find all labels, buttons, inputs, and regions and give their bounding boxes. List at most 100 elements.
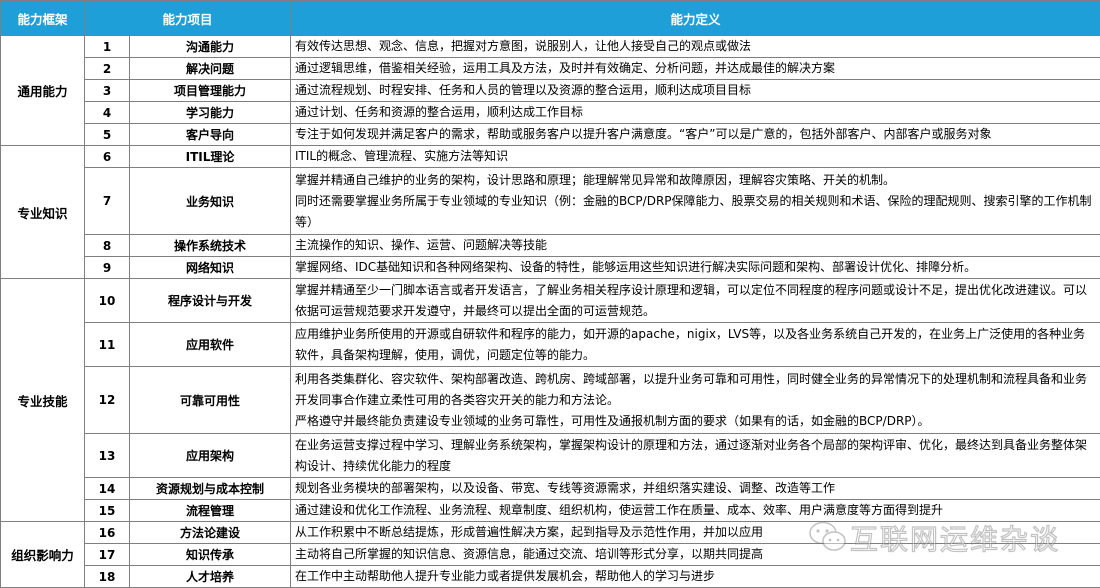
capability-definition: 通过计划、任务和资源的整合运用，顺利达成工作目标 bbox=[290, 101, 1100, 124]
row-number: 10 bbox=[84, 278, 130, 323]
capability-definition: 专注于如何发现并满足客户的需求，帮助或服务客户以提升客户满意度。“客户”可以是广… bbox=[290, 123, 1100, 146]
capability-item: 应用软件 bbox=[128, 322, 292, 367]
table-row: 2 解决问题 通过逻辑思维，借鉴相关经验，运用工具及方法，及时并有效确定、分析问题，… bbox=[1, 57, 1100, 80]
capability-item: 操作系统技术 bbox=[128, 234, 292, 257]
definition-paragraph: 掌握并精通自己维护的业务的架构，设计思路和原理；能理解常见异常和故障原因，理解容… bbox=[295, 172, 896, 187]
header-item: 能力项目 bbox=[83, 0, 292, 36]
table-row: 组织影响力 16 方法论建设 从工作积累中不断总结提炼，形成普遍性解决方案，起到指导及… bbox=[0, 521, 1100, 588]
capability-item: 方法论建设 bbox=[128, 521, 292, 544]
table-body: 通用能力 1 沟通能力 有效传达思想、观念、信息，把握对方意图，说服别人，让他人接受自… bbox=[0, 35, 1100, 588]
table-row: 专业知识 6 ITIL理论 ITIL的概念、管理流程、实施方法等知识 bbox=[0, 145, 1100, 279]
table-row: 专业技能 10 程序设计与开发 掌握并精通至少一门脚本语言或者开发语言，了解业务相关程… bbox=[0, 278, 1100, 522]
row-number: 4 bbox=[84, 101, 130, 124]
definition-paragraph: 掌握并精通至少一门脚本语言或者开发语言，了解业务相关程序设计原理和逻辑，可以定位… bbox=[295, 282, 1088, 318]
table-row: 17 知识传承 主动将自己所掌握的知识信息、资源信息，能通过交流、培训等形式分享，以… bbox=[1, 543, 1100, 566]
row-number: 15 bbox=[84, 499, 130, 522]
table-row: 8 操作系统技术 主流操作的知识、操作、运营、问题解决等技能 bbox=[1, 234, 1100, 257]
row-number: 16 bbox=[84, 521, 130, 544]
row-number: 14 bbox=[84, 477, 130, 500]
table-row: 9 网络知识 掌握网络、IDC基础知识和各种网络架构、设备的特性，能够运用这些知识进… bbox=[1, 256, 1100, 279]
group-label: 专业知识 bbox=[0, 145, 85, 279]
definition-paragraph: 在业务运营支撑过程中学习、理解业务系统架构，掌握架构设计的原理和方法，通过逐渐对… bbox=[295, 437, 1088, 473]
capability-item: 人才培养 bbox=[128, 565, 292, 588]
table-row: 11 应用软件 应用维护业务所使用的开源或自研软件和程序的能力，如开源的apache… bbox=[1, 322, 1100, 367]
table-row: 15 流程管理 通过建设和优化工作流程、业务流程、规章制度、组织机构，使运营工作在质… bbox=[1, 499, 1100, 522]
capability-item: 学习能力 bbox=[128, 101, 292, 124]
capability-item: 资源规划与成本控制 bbox=[128, 477, 292, 500]
table-header-row: 能力框架 能力项目 能力定义 bbox=[0, 0, 1100, 36]
definition-paragraph: 在工作中主动帮助他人提升专业能力或者提供发展机会，帮助他人的学习与进步 bbox=[295, 569, 716, 583]
definition-paragraph: 通过计划、任务和资源的整合运用，顺利达成工作目标 bbox=[295, 105, 584, 119]
row-number: 1 bbox=[84, 35, 130, 58]
table-row: 通用能力 1 沟通能力 有效传达思想、观念、信息，把握对方意图，说服别人，让他人接受自… bbox=[0, 35, 1100, 146]
group-label: 专业技能 bbox=[0, 278, 85, 522]
definition-paragraph: 规划各业务模块的部署架构，以及设备、带宽、专线等资源需求，并组织落实建设、调整、… bbox=[295, 481, 836, 495]
table-row: 13 应用架构 在业务运营支撑过程中学习、理解业务系统架构，掌握架构设计的原理和方法… bbox=[1, 433, 1100, 478]
row-number: 13 bbox=[84, 433, 130, 478]
capability-definition: 掌握网络、IDC基础知识和各种网络架构、设备的特性，能够运用这些知识进行解决实际… bbox=[290, 256, 1100, 279]
row-number: 5 bbox=[84, 123, 130, 146]
capability-item: 业务知识 bbox=[128, 167, 292, 235]
definition-paragraph: ITIL的概念、管理流程、实施方法等知识 bbox=[295, 149, 509, 163]
capability-item: ITIL理论 bbox=[128, 145, 292, 168]
capability-definition: 规划各业务模块的部署架构，以及设备、带宽、专线等资源需求，并组织落实建设、调整、… bbox=[290, 477, 1100, 500]
capability-definition: 在业务运营支撑过程中学习、理解业务系统架构，掌握架构设计的原理和方法，通过逐渐对… bbox=[290, 433, 1100, 478]
row-number: 6 bbox=[84, 145, 130, 168]
group-label: 通用能力 bbox=[0, 35, 85, 146]
capability-definition: 从工作积累中不断总结提炼，形成普遍性解决方案，起到指导及示范性作用，并加以应用 bbox=[290, 521, 1100, 544]
capability-definition: 有效传达思想、观念、信息，把握对方意图，说服别人，让他人接受自己的观点或做法 bbox=[290, 35, 1100, 58]
capability-definition: 通过逻辑思维，借鉴相关经验，运用工具及方法，及时并有效确定、分析问题，并达成最佳… bbox=[290, 57, 1100, 80]
capability-item: 流程管理 bbox=[128, 499, 292, 522]
definition-paragraph: 有效传达思想、观念、信息，把握对方意图，说服别人，让他人接受自己的观点或做法 bbox=[295, 39, 752, 53]
definition-paragraph: 同时还需要掌握业务所属于专业领域的专业知识（例：金融的BCP/DRP保障能力、股… bbox=[295, 193, 1092, 229]
row-number: 12 bbox=[84, 366, 130, 434]
capability-item: 客户导向 bbox=[128, 123, 292, 146]
row-number: 8 bbox=[84, 234, 130, 257]
capability-definition: ITIL的概念、管理流程、实施方法等知识 bbox=[290, 145, 1100, 168]
capability-definition: 掌握并精通至少一门脚本语言或者开发语言，了解业务相关程序设计原理和逻辑，可以定位… bbox=[290, 278, 1100, 323]
capability-item: 知识传承 bbox=[128, 543, 292, 566]
row-number: 18 bbox=[84, 565, 130, 588]
capability-table: 能力框架 能力项目 能力定义 通用能力 1 沟通能力 有效传达思想、观念、信息，把握对… bbox=[0, 0, 1100, 588]
capability-definition: 主流操作的知识、操作、运营、问题解决等技能 bbox=[290, 234, 1100, 257]
row-number: 9 bbox=[84, 256, 130, 279]
row-number: 2 bbox=[84, 57, 130, 80]
definition-paragraph: 利用各类集群化、容灾软件、架构部署改造、跨机房、跨域部署，以提升业务可靠和可用性… bbox=[295, 371, 1088, 407]
group-label: 组织影响力 bbox=[0, 521, 85, 588]
row-number: 7 bbox=[84, 167, 130, 235]
definition-paragraph: 通过逻辑思维，借鉴相关经验，运用工具及方法，及时并有效确定、分析问题，并达成最佳… bbox=[295, 61, 836, 75]
row-number: 17 bbox=[84, 543, 130, 566]
header-definition: 能力定义 bbox=[290, 0, 1100, 36]
capability-definition: 主动将自己所掌握的知识信息、资源信息，能通过交流、培训等形式分享，以期共同提高 bbox=[290, 543, 1100, 566]
table-row: 12 可靠可用性 利用各类集群化、容灾软件、架构部署改造、跨机房、跨域部署，以提升业… bbox=[1, 366, 1100, 434]
row-number: 11 bbox=[84, 322, 130, 367]
definition-paragraph: 掌握网络、IDC基础知识和各种网络架构、设备的特性，能够运用这些知识进行解决实际… bbox=[295, 260, 977, 274]
capability-item: 可靠可用性 bbox=[128, 366, 292, 434]
capability-definition: 在工作中主动帮助他人提升专业能力或者提供发展机会，帮助他人的学习与进步 bbox=[290, 565, 1100, 588]
definition-paragraph: 通过建设和优化工作流程、业务流程、规章制度、组织机构，使运营工作在质量、成本、效… bbox=[295, 503, 944, 517]
capability-definition: 通过流程规划、时程安排、任务和人员的管理以及资源的整合运用，顺利达成项目目标 bbox=[290, 79, 1100, 102]
capability-item: 解决问题 bbox=[128, 57, 292, 80]
capability-item: 应用架构 bbox=[128, 433, 292, 478]
table-row: 4 学习能力 通过计划、任务和资源的整合运用，顺利达成工作目标 bbox=[1, 101, 1100, 124]
capability-definition: 利用各类集群化、容灾软件、架构部署改造、跨机房、跨域部署，以提升业务可靠和可用性… bbox=[290, 366, 1100, 434]
capability-definition: 掌握并精通自己维护的业务的架构，设计思路和原理；能理解常见异常和故障原因，理解容… bbox=[290, 167, 1100, 235]
header-framework: 能力框架 bbox=[0, 0, 85, 36]
capability-item: 项目管理能力 bbox=[128, 79, 292, 102]
table-row: 5 客户导向 专注于如何发现并满足客户的需求，帮助或服务客户以提升客户满意度。“客户… bbox=[1, 123, 1100, 146]
capability-definition: 应用维护业务所使用的开源或自研软件和程序的能力，如开源的apache，nigix… bbox=[290, 322, 1100, 367]
table-row: 3 项目管理能力 通过流程规划、时程安排、任务和人员的管理以及资源的整合运用，顺利达… bbox=[1, 79, 1100, 102]
row-number: 3 bbox=[84, 79, 130, 102]
capability-item: 程序设计与开发 bbox=[128, 278, 292, 323]
definition-paragraph: 专注于如何发现并满足客户的需求，帮助或服务客户以提升客户满意度。“客户”可以是广… bbox=[295, 127, 992, 141]
table-row: 7 业务知识 掌握并精通自己维护的业务的架构，设计思路和原理；能理解常见异常和故障原… bbox=[1, 167, 1100, 235]
definition-paragraph: 主流操作的知识、操作、运营、问题解决等技能 bbox=[295, 238, 548, 252]
capability-definition: 通过建设和优化工作流程、业务流程、规章制度、组织机构，使运营工作在质量、成本、效… bbox=[290, 499, 1100, 522]
table-row: 18 人才培养 在工作中主动帮助他人提升专业能力或者提供发展机会，帮助他人的学习与进… bbox=[1, 565, 1100, 588]
table-row: 14 资源规划与成本控制 规划各业务模块的部署架构，以及设备、带宽、专线等资源需求，… bbox=[1, 477, 1100, 500]
definition-paragraph: 严格遵守并最终能负责建设专业领域的业务可靠性，可用性及通报机制方面的要求（如果有… bbox=[295, 413, 930, 428]
definition-paragraph: 主动将自己所掌握的知识信息、资源信息，能通过交流、培训等形式分享，以期共同提高 bbox=[295, 547, 764, 561]
definition-paragraph: 从工作积累中不断总结提炼，形成普遍性解决方案，起到指导及示范性作用，并加以应用 bbox=[295, 525, 764, 539]
definition-paragraph: 通过流程规划、时程安排、任务和人员的管理以及资源的整合运用，顺利达成项目目标 bbox=[295, 83, 752, 97]
capability-item: 沟通能力 bbox=[128, 35, 292, 58]
